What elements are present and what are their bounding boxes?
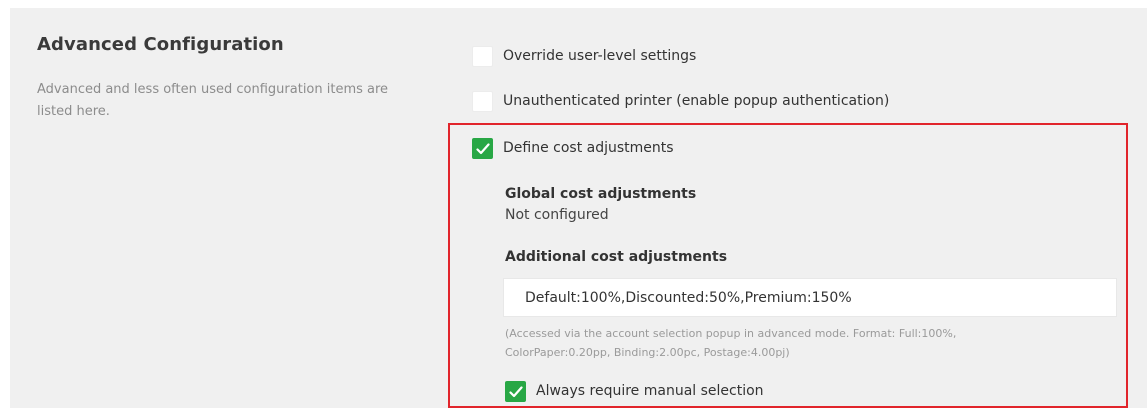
override-user-level-checkbox[interactable]: [472, 46, 493, 67]
section-description: Advanced and less often used configurati…: [37, 82, 389, 119]
highlight-box: [448, 123, 1128, 408]
always-require-manual-selection-label[interactable]: Always require manual selection: [536, 383, 764, 399]
unauthenticated-printer-checkbox[interactable]: [472, 91, 493, 112]
unauthenticated-printer-label[interactable]: Unauthenticated printer (enable popup au…: [503, 93, 889, 109]
override-user-level-label[interactable]: Override user-level settings: [503, 48, 696, 64]
section-title: Advanced Configuration: [37, 34, 284, 55]
define-cost-adjustments-label[interactable]: Define cost adjustments: [503, 140, 674, 156]
always-require-manual-selection-checkbox[interactable]: [505, 381, 526, 402]
checkmark-icon: [509, 386, 523, 398]
cost-adjustments-help-text: (Accessed via the account selection popu…: [505, 327, 957, 359]
define-cost-adjustments-checkbox[interactable]: [472, 138, 493, 159]
global-cost-adjustments-value: Not configured: [505, 207, 609, 223]
checkmark-icon: [476, 143, 490, 155]
additional-cost-adjustments-heading: Additional cost adjustments: [505, 249, 728, 265]
global-cost-adjustments-heading: Global cost adjustments: [505, 186, 697, 202]
additional-cost-adjustments-input[interactable]: [503, 278, 1117, 317]
